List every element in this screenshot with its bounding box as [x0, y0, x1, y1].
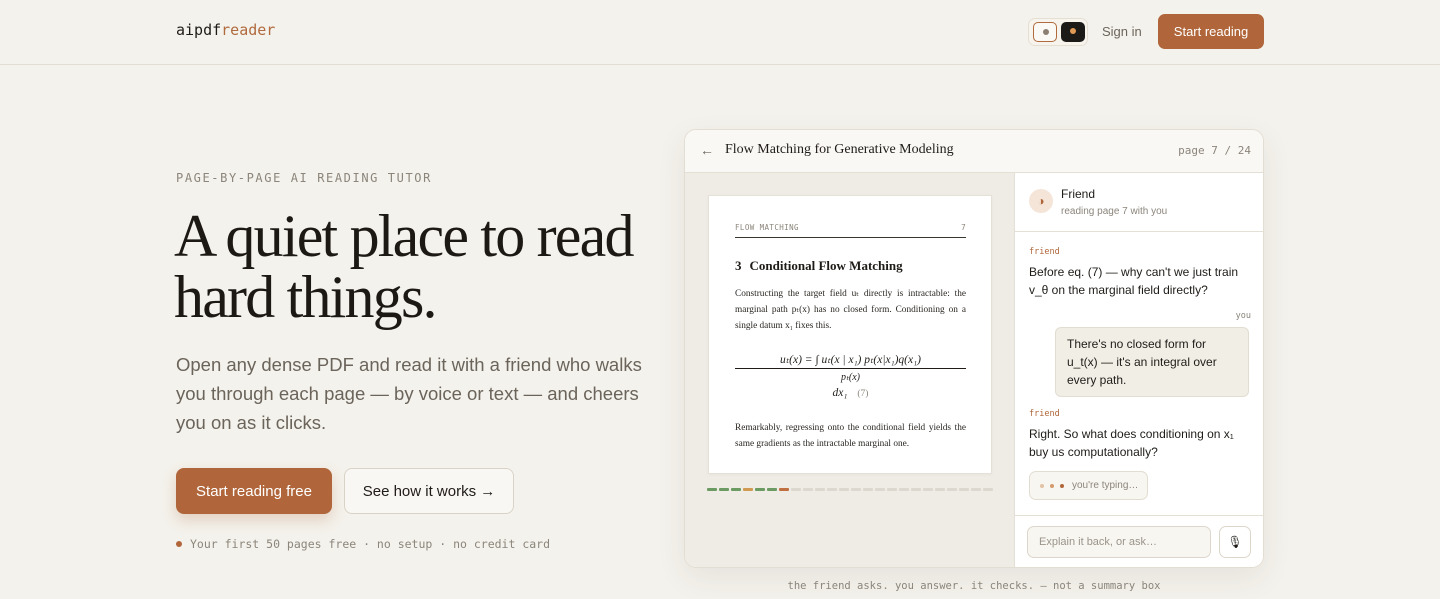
friend-avatar-icon: ◑	[1029, 189, 1053, 213]
progress-segment[interactable]	[863, 488, 873, 491]
logo-wordmark-part1: aipdf	[176, 21, 222, 39]
running-head-title: FLOW MATCHING	[735, 223, 799, 232]
hero-subtext: Open any dense PDF and read it with a fr…	[176, 354, 642, 433]
chat-input[interactable]	[1027, 526, 1211, 558]
top-nav: aipdfreader Sign in Start reading	[0, 0, 1440, 65]
see-how-it-works-button[interactable]: See how it works →	[344, 468, 514, 514]
equation-differential: dx₁ (7)	[735, 387, 966, 399]
friend-label: friend	[1029, 247, 1060, 257]
progress-segment[interactable]	[803, 488, 813, 491]
progress-segment[interactable]	[851, 488, 861, 491]
back-arrow-icon[interactable]: ←	[700, 142, 714, 158]
progress-segment[interactable]	[947, 488, 957, 491]
progress-segment[interactable]	[923, 488, 933, 491]
progress-segment[interactable]	[887, 488, 897, 491]
typing-dot	[1040, 483, 1044, 488]
progress-segment[interactable]	[743, 488, 753, 491]
progress-segment[interactable]	[815, 488, 825, 491]
friend-message: Before eq. (7) — why can't we just train…	[1029, 265, 1239, 297]
friend-status: reading page 7 with you	[1061, 206, 1168, 217]
chat-composer: 🎙	[1015, 515, 1263, 567]
friend-message: Right. So what does conditioning on x₁ b…	[1029, 427, 1234, 459]
section-number: 3	[735, 258, 742, 273]
progress-segment[interactable]	[911, 488, 921, 491]
you-label: you	[1235, 311, 1251, 321]
progress-segment[interactable]	[731, 488, 741, 491]
progress-segment[interactable]	[707, 488, 717, 491]
progress-segment[interactable]	[875, 488, 885, 491]
pdf-viewer: FLOW MATCHING 7 3 Conditional Flow Matchi…	[685, 173, 1015, 567]
running-head-page: 7	[961, 223, 966, 232]
progress-segment[interactable]	[935, 488, 945, 491]
dark-theme-button[interactable]	[1061, 22, 1085, 42]
logo-wordmark-part2: reader	[221, 21, 276, 39]
chat-header: ◑ Friend reading page 7 with you	[1015, 173, 1263, 232]
progress-segment[interactable]	[899, 488, 909, 491]
microphone-button[interactable]: 🎙	[1219, 526, 1251, 558]
section-title: Conditional Flow Matching	[749, 258, 903, 273]
hero-headline: A quiet place to read hard things.	[174, 206, 674, 328]
progress-segment[interactable]	[767, 488, 777, 491]
light-theme-icon	[1043, 29, 1049, 35]
document-title: Flow Matching for Generative Modeling	[725, 142, 954, 157]
page-indicator: page 7 / 24	[1178, 144, 1251, 157]
typing-label: you're typing…	[1072, 480, 1139, 491]
signin-link[interactable]: Sign in	[1102, 24, 1142, 39]
light-theme-button[interactable]	[1033, 22, 1057, 42]
start-reading-button[interactable]: Start reading	[1158, 14, 1264, 49]
progress-segment[interactable]	[755, 488, 765, 491]
progress-segment[interactable]	[959, 488, 969, 491]
preview-caption: the friend asks. you answer. it checks. …	[787, 580, 1161, 592]
dark-theme-icon	[1070, 28, 1076, 34]
progress-segment[interactable]	[779, 488, 789, 491]
app-preview: ← Flow Matching for Generative Modeling …	[684, 129, 1264, 568]
typing-dot	[1050, 483, 1054, 488]
paragraph-1: Constructing the target field uₜ directl…	[735, 289, 966, 331]
start-reading-free-button[interactable]: Start reading free	[176, 468, 332, 514]
friend-name: Friend	[1061, 187, 1096, 201]
equation-denominator: pₜ(x)	[840, 372, 861, 383]
headline-line-2: hard things.	[174, 264, 438, 330]
progress-segment[interactable]	[839, 488, 849, 491]
running-head: FLOW MATCHING 7	[735, 223, 966, 238]
section-heading: 3 Conditional Flow Matching	[735, 258, 903, 274]
reader-header: ← Flow Matching for Generative Modeling …	[685, 130, 1263, 173]
typing-dot	[1060, 483, 1064, 488]
progress-segment[interactable]	[983, 488, 993, 491]
typing-indicator: you're typing…	[1029, 471, 1148, 500]
progress-segment[interactable]	[719, 488, 729, 491]
paragraph-2: Remarkably, regressing onto the conditio…	[735, 423, 966, 449]
free-tier-note-text: Your first 50 pages free · no setup · no…	[190, 537, 551, 551]
hero-eyebrow: PAGE-BY-PAGE AI READING TUTOR	[176, 171, 432, 185]
progress-segment[interactable]	[971, 488, 981, 491]
progress-segment[interactable]	[827, 488, 837, 491]
user-message: There's no closed form for u_t(x) — it's…	[1055, 327, 1249, 397]
equation-numerator: uₜ(x) = ∫ uₜ(x | x₁) pₜ(x|x₁)q(x₁)	[735, 352, 966, 369]
theme-toggle	[1028, 18, 1088, 46]
microphone-icon: 🎙	[1227, 535, 1243, 549]
friend-label: friend	[1029, 409, 1060, 419]
bullet-dot-icon	[176, 541, 182, 547]
pdf-page: FLOW MATCHING 7 3 Conditional Flow Matchi…	[708, 195, 992, 474]
equation-dx: dx₁	[832, 387, 848, 399]
equation-tag: (7)	[857, 389, 869, 399]
free-tier-note: Your first 50 pages free · no setup · no…	[176, 537, 550, 551]
page-progress-bar	[707, 488, 993, 491]
tutor-chat-panel: ◑ Friend reading page 7 with you friend …	[1015, 173, 1263, 567]
progress-segment[interactable]	[791, 488, 801, 491]
logo[interactable]: aipdfreader	[176, 21, 275, 39]
headline-line-1: A quiet place to read	[174, 203, 634, 269]
